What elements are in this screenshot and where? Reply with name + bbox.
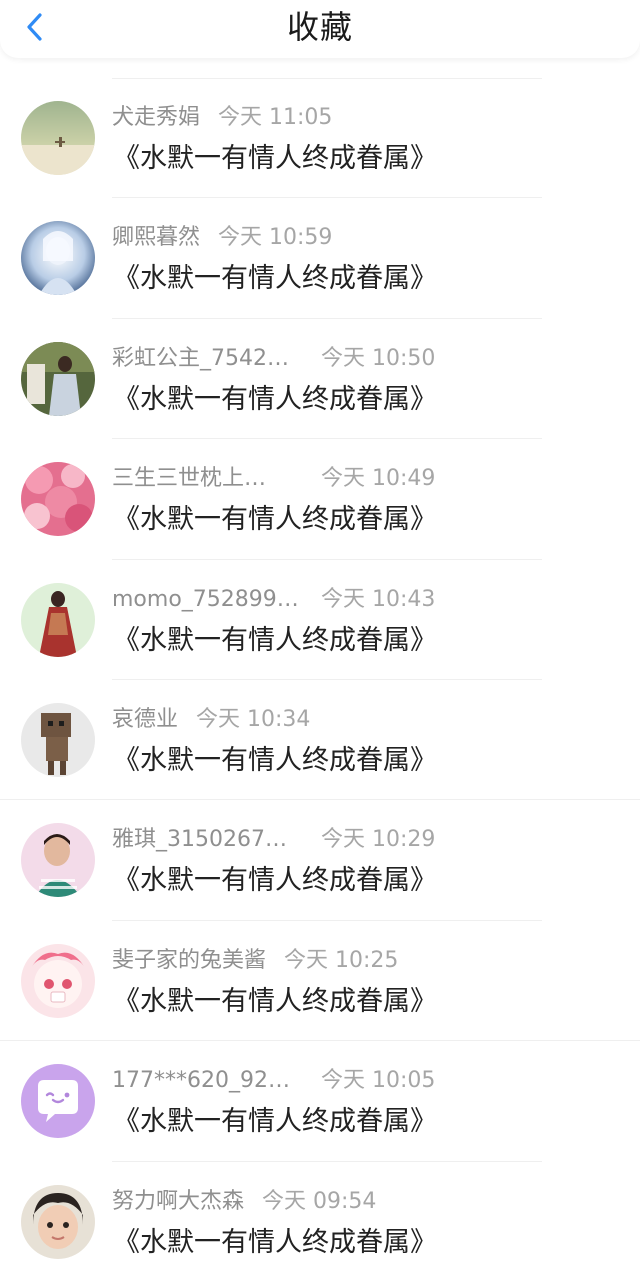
list-item[interactable]: 哀德业 今天 10:34 《水默一有情人终成眷属》 xyxy=(0,680,640,801)
list-item[interactable]: 三生三世枕上… 今天 10:49 《水默一有情人终成眷属》 xyxy=(0,439,640,560)
item-meta: momo_752899… 今天 10:43 xyxy=(112,584,435,616)
page-title: 收藏 xyxy=(286,8,353,46)
list-item[interactable]: 雅琪_3150267… 今天 10:29 《水默一有情人终成眷属》 xyxy=(0,800,640,921)
list-item[interactable]: 犬走秀娟 今天 11:05 《水默一有情人终成眷属》 xyxy=(0,78,640,199)
list-item[interactable]: 彩虹公主_7542… 今天 10:50 《水默一有情人终成眷属》 xyxy=(0,319,640,440)
username[interactable]: 斐子家的兔美酱 xyxy=(112,945,266,977)
timestamp: 今天 09:54 xyxy=(262,1188,377,1214)
item-meta: 雅琪_3150267… 今天 10:29 xyxy=(112,824,435,856)
list-item[interactable]: 卿熙暮然 今天 10:59 《水默一有情人终成眷属》 xyxy=(0,198,640,319)
timestamp: 今天 10:59 xyxy=(218,225,333,251)
favorite-content[interactable]: 《水默一有情人终成眷属》 xyxy=(113,501,437,539)
favorite-content[interactable]: 《水默一有情人终成眷属》 xyxy=(113,622,437,660)
item-meta: 卿熙暮然 今天 10:59 xyxy=(112,222,332,254)
avatar[interactable] xyxy=(21,341,95,416)
item-meta: 哀德业 今天 10:34 xyxy=(112,704,310,736)
timestamp: 今天 10:43 xyxy=(321,586,436,612)
avatar[interactable] xyxy=(21,101,95,175)
favorite-content[interactable]: 《水默一有情人终成眷属》 xyxy=(113,140,437,178)
item-meta: 犬走秀娟 今天 11:05 xyxy=(112,102,332,134)
avatar[interactable] xyxy=(21,702,95,777)
username[interactable]: 彩虹公主_7542… xyxy=(112,343,302,375)
favorite-content[interactable]: 《水默一有情人终成眷属》 xyxy=(113,260,437,298)
username[interactable]: 哀德业 xyxy=(112,704,178,736)
avatar[interactable] xyxy=(21,221,95,296)
timestamp: 今天 10:34 xyxy=(196,706,311,732)
top-bar: 收藏 xyxy=(0,0,640,58)
item-meta: 斐子家的兔美酱 今天 10:25 xyxy=(112,945,398,977)
username[interactable]: 犬走秀娟 xyxy=(112,102,200,134)
username[interactable]: 三生三世枕上… xyxy=(112,463,302,495)
avatar[interactable] xyxy=(21,582,95,657)
username[interactable]: momo_752899… xyxy=(112,584,302,616)
username[interactable]: 177***620_928… xyxy=(112,1065,302,1097)
timestamp: 今天 11:05 xyxy=(218,105,333,130)
favorite-content[interactable]: 《水默一有情人终成眷属》 xyxy=(113,983,437,1021)
favorite-content[interactable]: 《水默一有情人终成眷属》 xyxy=(113,1224,437,1262)
favorite-content[interactable]: 《水默一有情人终成眷属》 xyxy=(113,862,437,900)
avatar[interactable] xyxy=(21,823,95,898)
avatar[interactable] xyxy=(21,1184,95,1259)
list-item[interactable]: 177***620_928… 今天 10:05 《水默一有情人终成眷属》 xyxy=(0,1041,640,1162)
username[interactable]: 雅琪_3150267… xyxy=(112,824,302,856)
item-meta: 177***620_928… 今天 10:05 xyxy=(112,1065,435,1097)
avatar[interactable] xyxy=(21,1064,95,1139)
favorite-content[interactable]: 《水默一有情人终成眷属》 xyxy=(113,1103,437,1141)
timestamp: 今天 10:05 xyxy=(321,1068,436,1094)
item-meta: 努力啊大杰森 今天 09:54 xyxy=(112,1186,376,1218)
favorites-page: 收藏 犬走秀娟 今天 11:05 《水默一有情人终成眷属》 卿熙暮然 今天 10… xyxy=(0,0,640,1264)
username[interactable]: 卿熙暮然 xyxy=(112,222,200,254)
item-meta: 彩虹公主_7542… 今天 10:50 xyxy=(112,343,435,375)
username[interactable]: 努力啊大杰森 xyxy=(112,1186,244,1218)
timestamp: 今天 10:49 xyxy=(321,466,436,492)
avatar[interactable] xyxy=(21,943,95,1018)
timestamp: 今天 10:50 xyxy=(321,345,436,371)
list-item[interactable]: 斐子家的兔美酱 今天 10:25 《水默一有情人终成眷属》 xyxy=(0,921,640,1042)
favorites-list: 犬走秀娟 今天 11:05 《水默一有情人终成眷属》 卿熙暮然 今天 10:59… xyxy=(0,78,640,1264)
list-item[interactable]: momo_752899… 今天 10:43 《水默一有情人终成眷属》 xyxy=(0,560,640,680)
item-meta: 三生三世枕上… 今天 10:49 xyxy=(112,463,435,495)
timestamp: 今天 10:29 xyxy=(321,827,436,853)
favorite-content[interactable]: 《水默一有情人终成眷属》 xyxy=(113,381,437,419)
list-item[interactable]: 努力啊大杰森 今天 09:54 《水默一有情人终成眷属》 xyxy=(0,1162,640,1264)
avatar[interactable] xyxy=(21,462,95,537)
favorite-content[interactable]: 《水默一有情人终成眷属》 xyxy=(113,742,437,780)
timestamp: 今天 10:25 xyxy=(284,947,399,973)
